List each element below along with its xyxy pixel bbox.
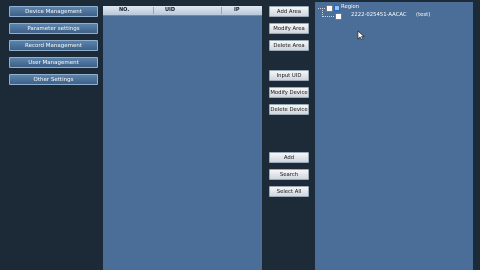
delete-device-button[interactable]: Delete Device [269, 104, 309, 115]
column-header-uid[interactable]: UID [165, 6, 175, 15]
region-icon [334, 5, 340, 11]
window-edge [473, 0, 480, 270]
column-divider [221, 7, 222, 14]
column-header-no[interactable]: NO. [119, 6, 129, 15]
add-area-button[interactable]: Add Area [269, 6, 309, 17]
modify-device-button[interactable]: Modify Device [269, 87, 309, 98]
mouse-cursor-icon [357, 30, 365, 41]
add-button[interactable]: Add [269, 152, 309, 163]
column-divider [153, 7, 154, 14]
sidebar-item-device-management[interactable]: Device Management [9, 6, 98, 17]
column-header-ip[interactable]: IP [234, 6, 240, 15]
sidebar-item-user-management[interactable]: User Management [9, 57, 98, 68]
search-button[interactable]: Search [269, 169, 309, 180]
region-checkbox[interactable] [326, 5, 333, 12]
device-table[interactable]: NO. UID IP [103, 6, 262, 270]
input-uid-button[interactable]: Input UID [269, 70, 309, 81]
sidebar-item-other-settings[interactable]: Other Settings [9, 74, 98, 85]
tree-root-label[interactable]: Region [341, 4, 359, 11]
sidebar-item-record-management[interactable]: Record Management [9, 40, 98, 51]
delete-area-button[interactable]: Delete Area [269, 40, 309, 51]
table-header: NO. UID IP [103, 6, 262, 16]
tree-device-status: (test) [416, 12, 431, 18]
sidebar-item-parameter-settings[interactable]: Parameter settings [9, 23, 98, 34]
tree-device-label[interactable]: 2222-025451-AACAC [351, 12, 407, 19]
region-tree[interactable]: Region 2222-025451-AACAC (test) [315, 2, 473, 270]
device-checkbox[interactable] [335, 13, 342, 20]
tree-connector [318, 8, 325, 9]
modify-area-button[interactable]: Modify Area [269, 23, 309, 34]
select-all-button[interactable]: Select All [269, 186, 309, 197]
sidebar: Device Management Parameter settings Rec… [0, 0, 102, 270]
